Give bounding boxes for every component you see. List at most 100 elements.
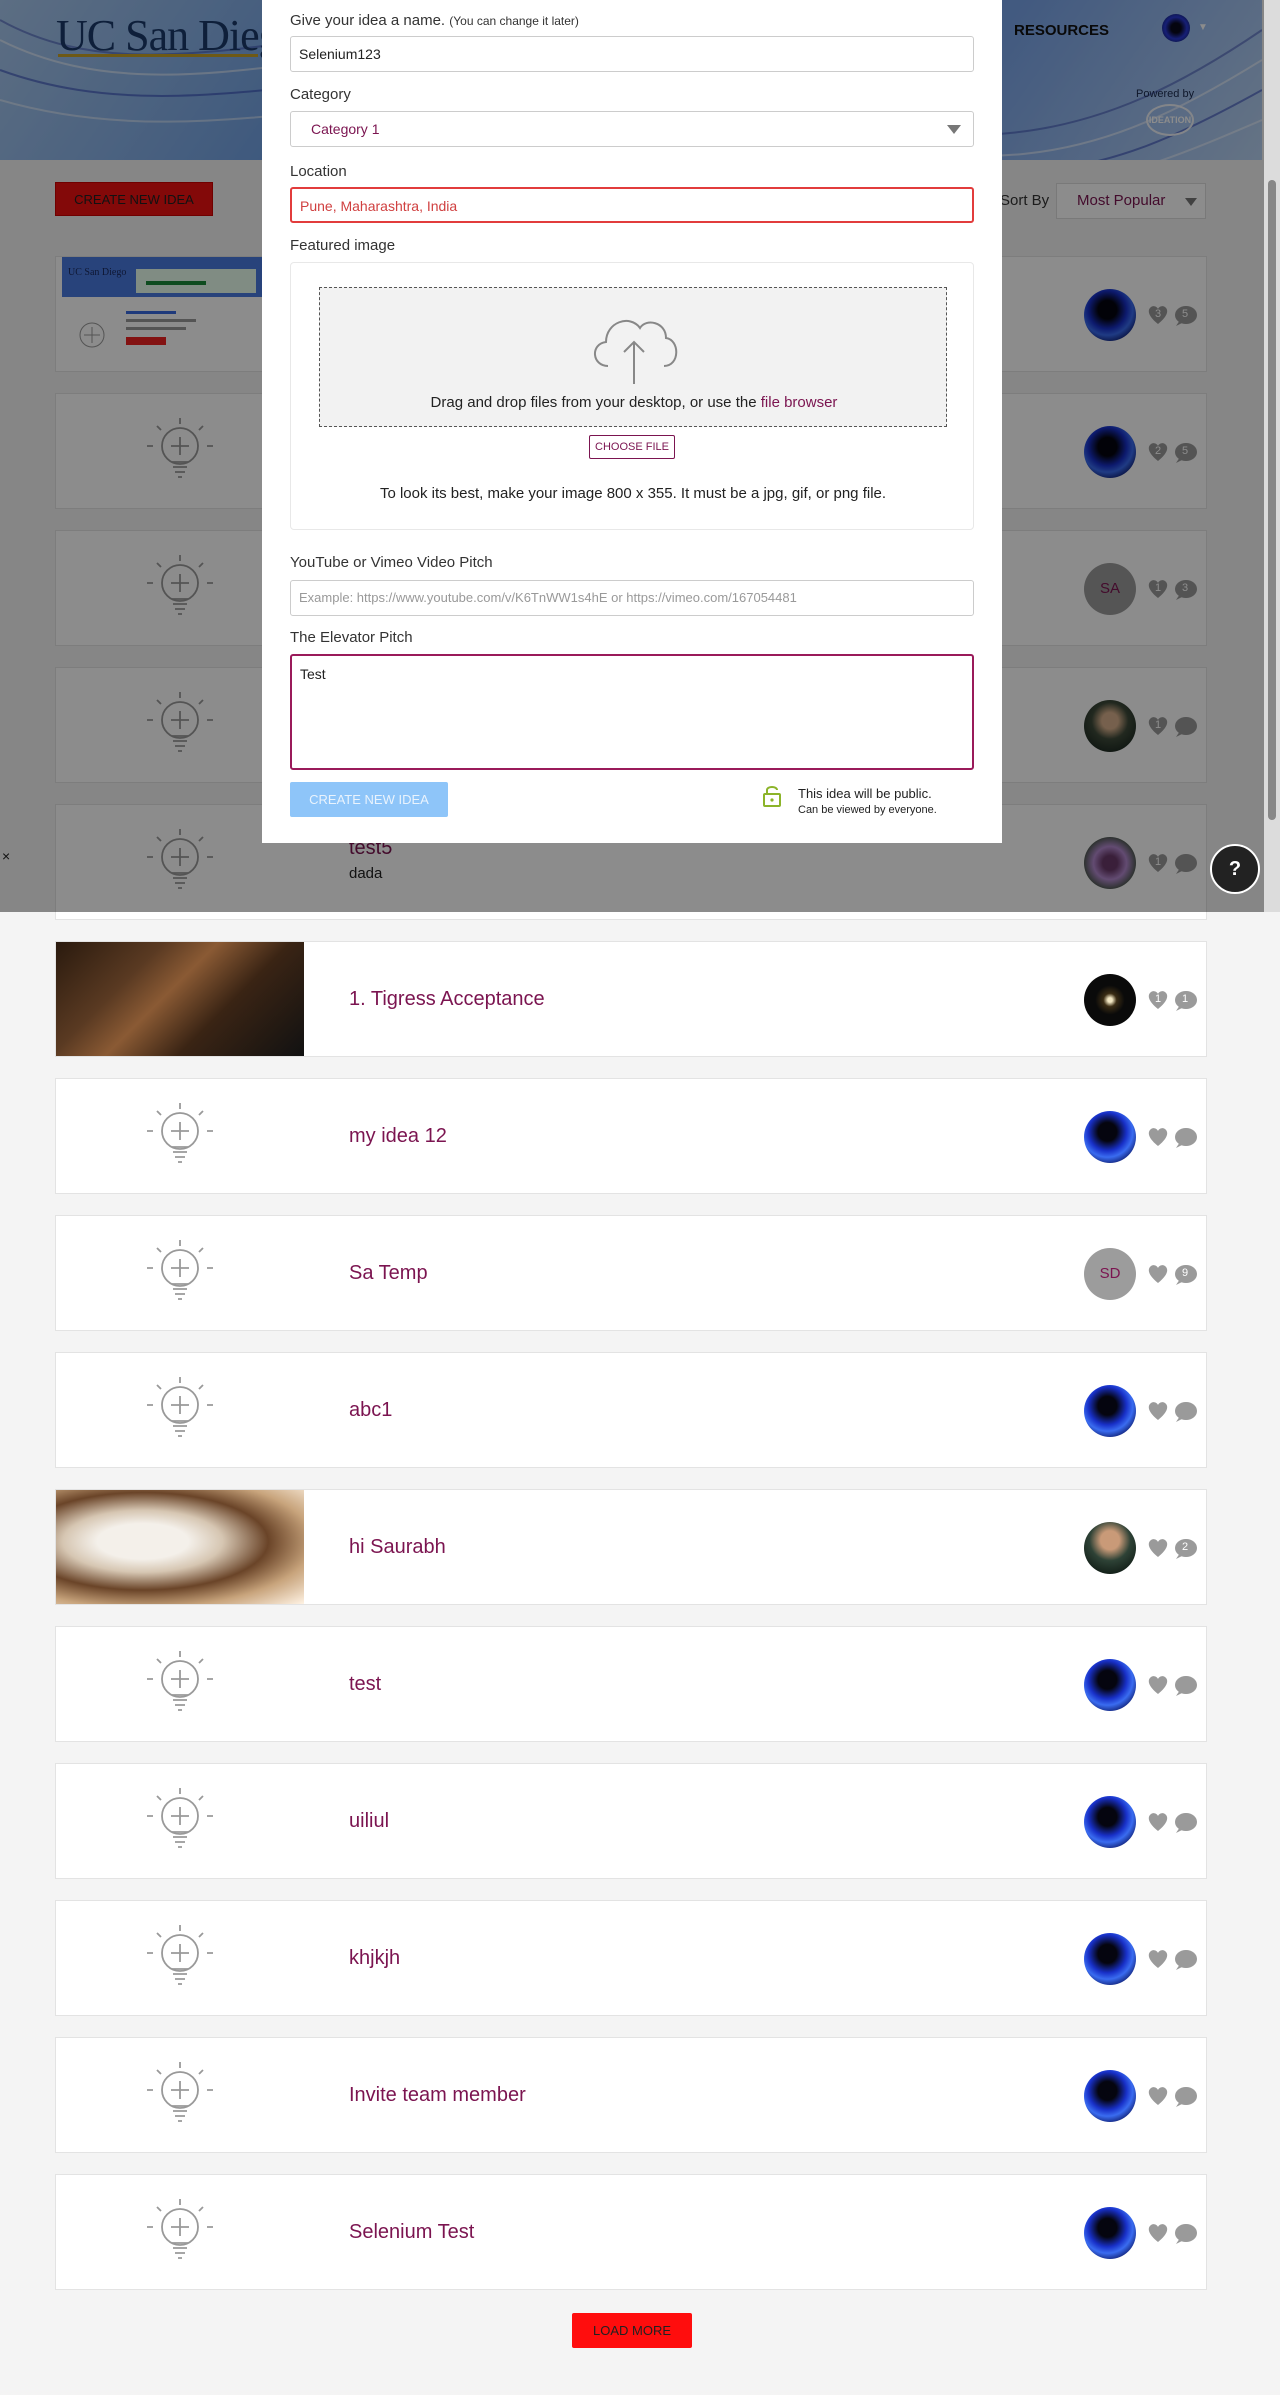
caret-down-icon [947,125,961,134]
idea-card[interactable]: my idea 12 [55,1078,1207,1194]
idea-title[interactable]: my idea 12 [349,1125,447,1148]
heart-icon[interactable] [1146,1673,1170,1697]
author-avatar[interactable]: SD [1084,1248,1136,1300]
idea-title[interactable]: Selenium Test [349,2221,474,2244]
author-avatar[interactable] [1084,1659,1136,1711]
author-avatar[interactable] [1084,1385,1136,1437]
idea-title[interactable]: hi Saurabh [349,1536,446,1559]
idea-name-label: Give your idea a name. (You can change i… [290,12,579,29]
location-field[interactable]: Pune, Maharashtra, India [290,187,974,223]
idea-card[interactable]: khjkjh [55,1900,1207,2016]
comment-icon[interactable] [1172,1127,1198,1149]
author-avatar[interactable] [1084,974,1136,1026]
visibility-title: This idea will be public. [798,786,932,801]
comment-count: 9 [1181,1267,1189,1279]
elevator-pitch-label: The Elevator Pitch [290,629,413,646]
lightbulb-placeholder-icon [147,1651,213,1711]
video-pitch-label: YouTube or Vimeo Video Pitch [290,554,493,571]
idea-card[interactable]: Selenium Test [55,2174,1207,2290]
heart-icon[interactable] [1146,1947,1170,1971]
lightbulb-placeholder-icon [147,2199,213,2259]
idea-name-hint: (You can change it later) [449,14,579,28]
idea-thumbnail[interactable] [56,2175,304,2289]
comment-icon[interactable] [1172,1401,1198,1423]
idea-title[interactable]: abc1 [349,1399,392,1422]
idea-title[interactable]: uiliul [349,1810,389,1833]
heart-icon[interactable] [1146,2084,1170,2108]
like-count: 1 [1154,993,1162,1005]
lightbulb-placeholder-icon [147,1788,213,1848]
idea-title[interactable]: 1. Tigress Acceptance [349,988,545,1011]
heart-icon[interactable] [1146,1399,1170,1423]
idea-name-field[interactable]: Selenium123 [290,36,974,72]
location-label: Location [290,163,347,180]
idea-title[interactable]: Sa Temp [349,1262,428,1285]
dropzone-text: Drag and drop files from your desktop, o… [320,394,948,411]
idea-thumbnail[interactable] [56,2038,304,2152]
idea-thumbnail[interactable] [56,1627,304,1741]
dropzone-instruction: Drag and drop files from your desktop, o… [430,394,757,411]
idea-card[interactable]: uiliul [55,1763,1207,1879]
idea-card[interactable]: Invite team member [55,2037,1207,2153]
heart-icon[interactable] [1146,2221,1170,2245]
comment-icon[interactable] [1172,2223,1198,2245]
elevator-pitch-textarea[interactable]: Test [290,654,974,770]
author-avatar[interactable] [1084,2207,1136,2259]
comment-count: 2 [1181,1541,1189,1553]
image-size-hint: To look its best, make your image 800 x … [379,485,887,502]
author-avatar[interactable] [1084,2070,1136,2122]
author-avatar[interactable] [1084,1111,1136,1163]
idea-card[interactable]: hi Saurabh 2 [55,1489,1207,1605]
file-browser-link[interactable]: file browser [761,394,838,411]
heart-icon[interactable] [1146,1536,1170,1560]
create-idea-submit-button[interactable]: CREATE NEW IDEA [290,782,448,817]
scrollbar-thumb[interactable] [1268,180,1276,820]
idea-title[interactable]: khjkjh [349,1947,400,1970]
lightbulb-placeholder-icon [147,1103,213,1163]
idea-thumbnail[interactable] [56,1216,304,1330]
idea-thumbnail[interactable] [56,1079,304,1193]
author-avatar[interactable] [1084,1796,1136,1848]
choose-file-button[interactable]: CHOOSE FILE [589,435,675,459]
featured-image-panel: Drag and drop files from your desktop, o… [290,262,974,530]
cloud-upload-icon [594,320,678,384]
idea-title[interactable]: test [349,1673,381,1696]
comment-icon[interactable] [1172,2086,1198,2108]
comment-icon[interactable] [1172,1675,1198,1697]
idea-thumbnail[interactable] [56,1901,304,2015]
modal-scrollbar[interactable] [1264,0,1280,912]
idea-thumbnail[interactable] [56,1490,304,1604]
category-value: Category 1 [311,121,380,137]
image-dropzone[interactable]: Drag and drop files from your desktop, o… [319,287,947,427]
heart-icon[interactable] [1146,1125,1170,1149]
lightbulb-placeholder-icon [147,1240,213,1300]
heart-icon[interactable] [1146,1262,1170,1286]
idea-thumbnail[interactable] [56,942,304,1056]
idea-title[interactable]: Invite team member [349,2084,526,2107]
idea-card[interactable]: test [55,1626,1207,1742]
unlock-icon [763,786,781,807]
idea-name-label-text: Give your idea a name. [290,12,446,29]
idea-thumbnail[interactable] [56,1353,304,1467]
idea-card[interactable]: 1. Tigress Acceptance 1 1 [55,941,1207,1057]
featured-image-label: Featured image [290,237,396,254]
category-label: Category [290,86,351,103]
lightbulb-placeholder-icon [147,2062,213,2122]
video-url-field[interactable]: Example: https://www.youtube.com/v/K6TnW… [290,580,974,616]
category-select[interactable]: Category 1 [290,111,974,147]
help-button[interactable]: ? [1210,844,1260,894]
comment-icon[interactable] [1172,1949,1198,1971]
idea-thumbnail[interactable] [56,1764,304,1878]
idea-card[interactable]: Sa Temp SD 9 [55,1215,1207,1331]
comment-count: 1 [1181,993,1189,1005]
lightbulb-placeholder-icon [147,1925,213,1985]
lightbulb-placeholder-icon [147,1377,213,1437]
idea-card[interactable]: abc1 [55,1352,1207,1468]
close-icon[interactable]: × [2,848,10,864]
new-idea-modal: Give your idea a name. (You can change i… [262,0,1002,843]
author-avatar[interactable] [1084,1933,1136,1985]
author-avatar[interactable] [1084,1522,1136,1574]
comment-icon[interactable] [1172,1812,1198,1834]
load-more-button[interactable]: LOAD MORE [572,2313,692,2348]
heart-icon[interactable] [1146,1810,1170,1834]
